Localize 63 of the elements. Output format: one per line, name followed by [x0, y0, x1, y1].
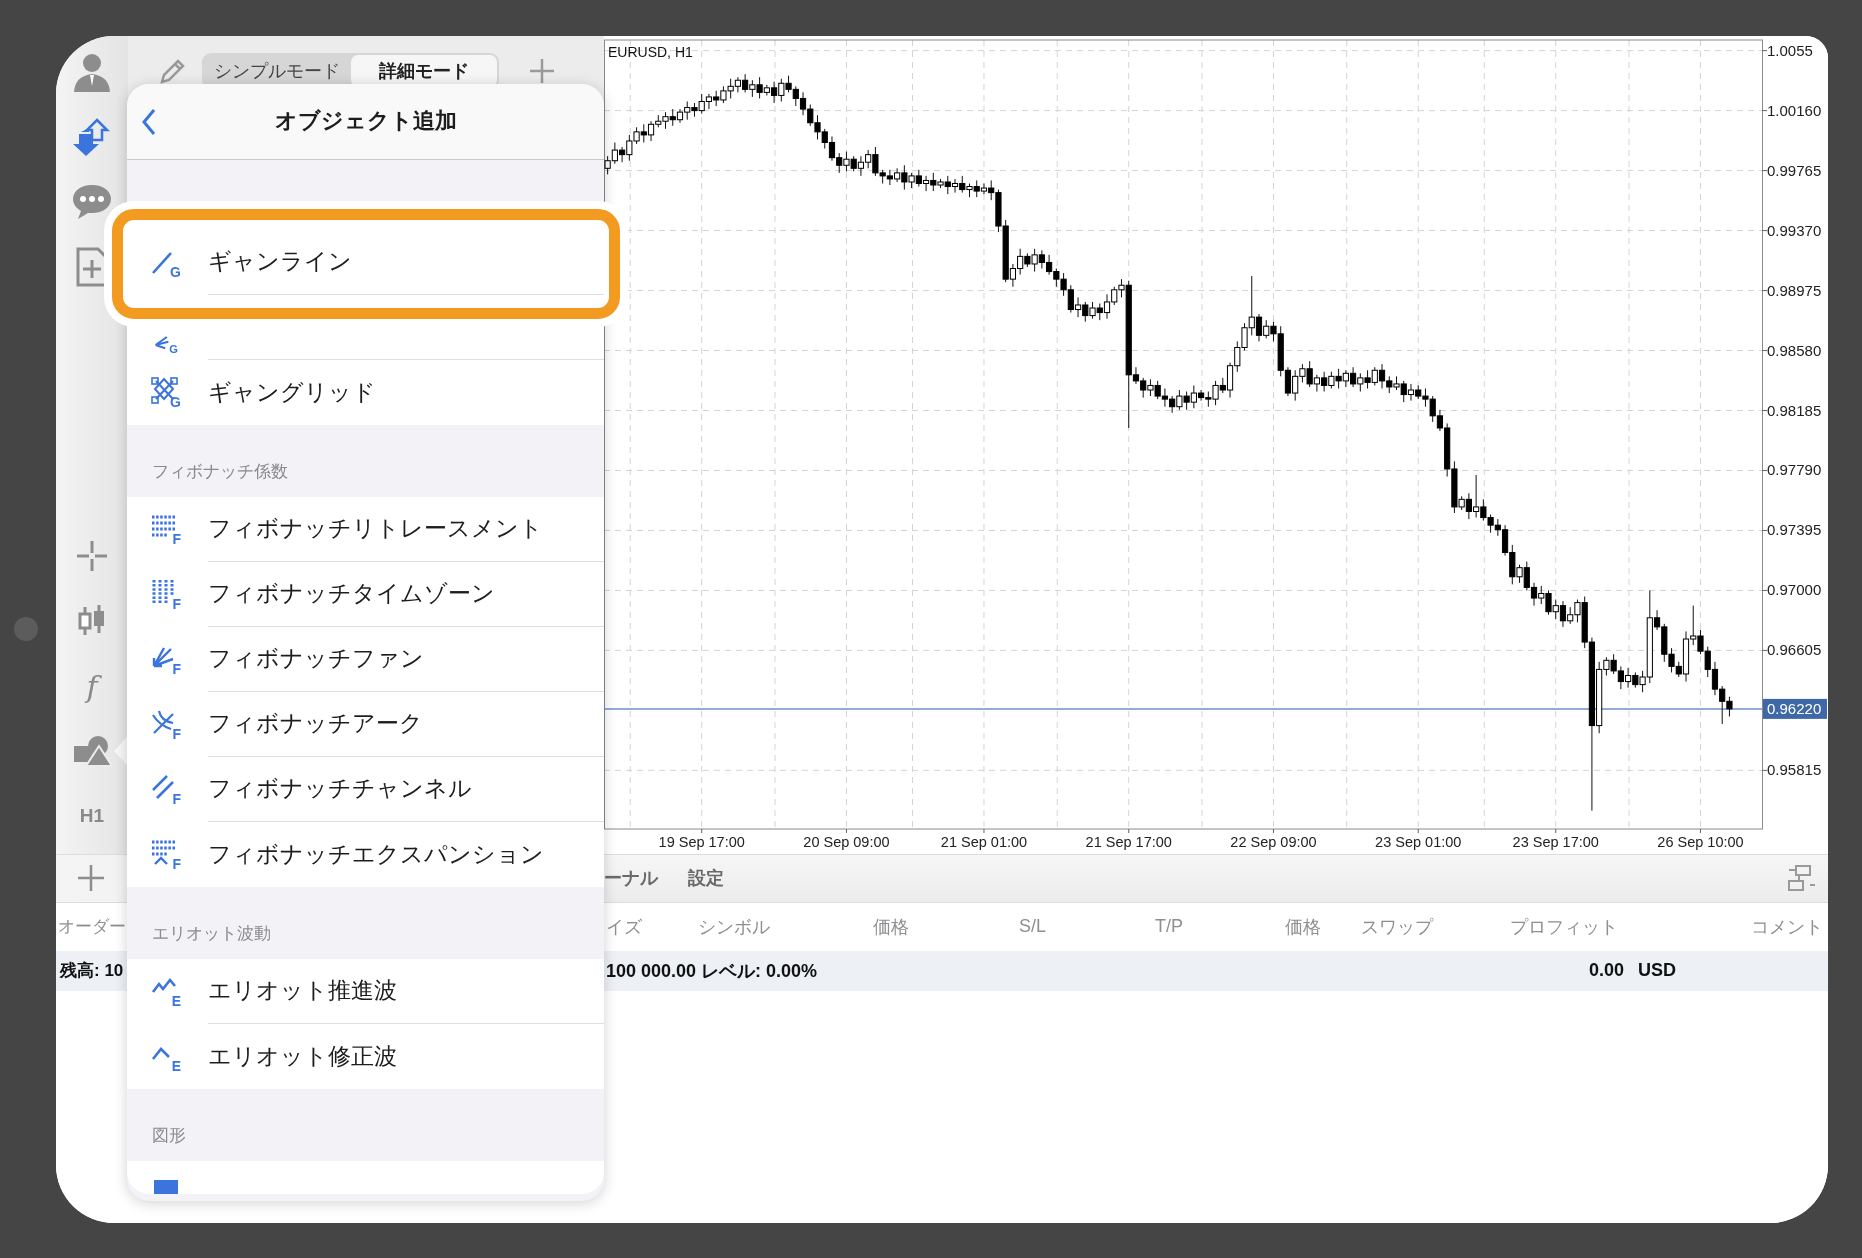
chat-icon[interactable]	[71, 183, 113, 221]
balance-text: 100 000.00 レベル: 0.00%	[606, 959, 819, 983]
section-header: エリオット波動	[151, 922, 272, 945]
price-label: 0.98580	[1767, 341, 1822, 359]
time-label: 23 Sep 01:00	[1375, 833, 1462, 850]
price-label: 1.00160	[1767, 101, 1822, 119]
chart-title: EURUSD, H1	[608, 43, 693, 60]
mode-tab[interactable]: 詳細モード	[350, 54, 497, 87]
section-header: フィボナッチ係数	[151, 460, 289, 483]
menu-item[interactable]: F フィボナッチアーク	[127, 691, 604, 757]
price-label: 0.97000	[1767, 580, 1822, 598]
menu-item[interactable]: F フィボナッチエクスパンション	[127, 821, 604, 887]
column-header: オーダー	[58, 916, 126, 938]
time-label: 22 Sep 09:00	[1230, 833, 1317, 850]
crosshair-icon[interactable]	[75, 539, 109, 573]
menu-item[interactable]: F フィボナッチタイムゾーン	[127, 561, 604, 627]
column-header: プロフィット	[1510, 915, 1619, 939]
time-label: 26 Sep 10:00	[1657, 833, 1744, 850]
layout-icon[interactable]	[1787, 864, 1817, 892]
column-header: 価格	[1285, 915, 1322, 939]
column-header: S/L	[1019, 916, 1048, 937]
menu-item[interactable]: F フィボナッチチャンネル	[127, 756, 604, 822]
popover-title: オブジェクト追加	[274, 107, 457, 135]
menu-item[interactable]: E エリオット推進波	[127, 958, 604, 1024]
menu-item[interactable]: G ギャンライン	[127, 229, 604, 295]
column-header: イズ	[606, 915, 643, 939]
column-header: スワップ	[1361, 915, 1435, 939]
menu-item[interactable]: G	[127, 326, 604, 360]
camera-dot	[14, 617, 38, 641]
price-label: 0.99370	[1767, 221, 1822, 239]
column-header: T/P	[1155, 916, 1184, 937]
price-label: 0.98185	[1767, 401, 1822, 418]
price-label: 0.98975	[1767, 281, 1822, 299]
time-label: 21 Sep 01:00	[940, 833, 1028, 850]
current-price-label: 0.96220	[1763, 698, 1827, 719]
price-label: 0.96605	[1767, 640, 1822, 658]
time-label: 21 Sep 17:00	[1085, 833, 1172, 850]
mode-tab[interactable]: シンプルモード	[204, 54, 351, 87]
ref-line-label: 0.96220	[1767, 699, 1822, 717]
shapes-icon[interactable]	[72, 734, 112, 768]
price-label: 0.97790	[1767, 461, 1822, 478]
panel-tab[interactable]: ーナル	[604, 866, 658, 890]
profit-value: 0.00	[1588, 960, 1624, 981]
menu-item[interactable]: F フィボナッチリトレースメント	[127, 496, 604, 562]
time-label: 20 Sep 09:00	[803, 833, 890, 850]
column-header: コメント	[1751, 915, 1824, 939]
menu-item[interactable]: F フィボナッチファン	[127, 626, 604, 692]
price-label: 0.97395	[1767, 520, 1822, 538]
time-label: 19 Sep 17:00	[658, 833, 745, 850]
price-label: 1.0055	[1767, 41, 1813, 59]
balance-text: 残高: 10	[60, 960, 124, 982]
time-label: 23 Sep 17:00	[1512, 833, 1599, 850]
currency-label: USD	[1638, 960, 1676, 981]
price-label: 0.99765	[1767, 161, 1822, 179]
plus-icon[interactable]	[529, 57, 555, 84]
plus-icon[interactable]	[77, 864, 105, 892]
price-label: 0.95815	[1767, 760, 1822, 778]
menu-item[interactable]: E エリオット修正波	[127, 1023, 604, 1089]
column-header: 価格	[873, 915, 910, 939]
column-header: シンボル	[698, 915, 771, 939]
panel-tab[interactable]: 設定	[688, 866, 724, 890]
menu-item[interactable]: G ギャングリッド	[127, 359, 604, 425]
section-header: 図形	[151, 1124, 187, 1147]
